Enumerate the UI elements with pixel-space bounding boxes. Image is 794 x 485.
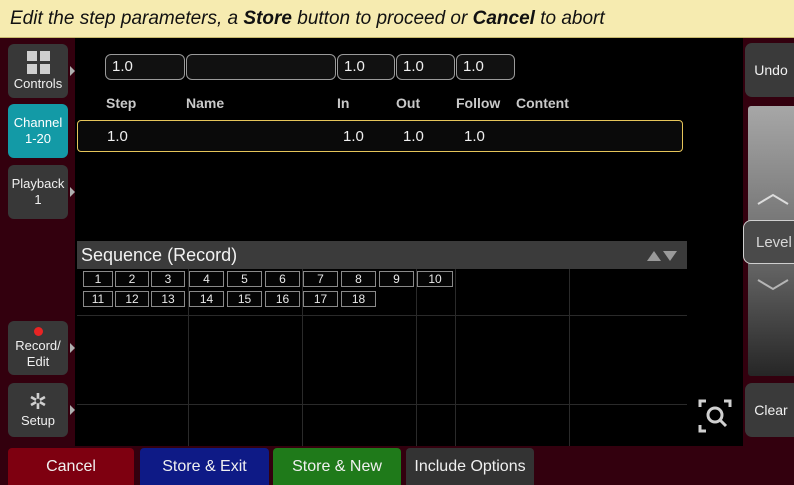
channel-label-line2: 1-20 [24, 131, 52, 146]
controls-button[interactable]: Controls [8, 44, 75, 98]
banner-text-2: button to proceed or [291, 8, 473, 29]
step-field[interactable]: 1.0 [105, 54, 185, 80]
record-label-line1: Record/ [15, 337, 61, 353]
sequence-step[interactable]: 9 [379, 271, 414, 287]
controls-label: Controls [13, 75, 63, 91]
store-new-button[interactable]: Store & New [273, 448, 401, 485]
channel-button[interactable]: Channel 1-20 [8, 104, 68, 158]
step-row[interactable] [77, 120, 683, 152]
sequence-step[interactable]: 16 [265, 291, 300, 307]
row-in-cell: 1.0 [343, 128, 364, 145]
in-field[interactable]: 1.0 [337, 54, 395, 80]
sequence-step[interactable]: 7 [303, 271, 338, 287]
record-edit-button[interactable]: Record/ Edit [8, 321, 75, 375]
sequence-step[interactable]: 13 [151, 291, 185, 307]
include-options-button[interactable]: Include Options [406, 448, 534, 485]
playback-button[interactable]: Playback 1 [8, 165, 75, 219]
row-out-cell: 1.0 [403, 128, 424, 145]
column-header-name: Name [186, 95, 225, 111]
store-exit-button[interactable]: Store & Exit [140, 448, 269, 485]
chevron-down-icon [757, 279, 789, 291]
sequence-step[interactable]: 14 [189, 291, 224, 307]
sequence-step[interactable]: 1 [83, 271, 113, 287]
setup-label: Setup [21, 413, 55, 428]
banner-text-1: Edit the step parameters, a [10, 8, 244, 29]
name-field[interactable] [186, 54, 336, 80]
column-header-out: Out [396, 95, 421, 111]
row-follow-cell: 1.0 [464, 128, 485, 145]
sequence-step[interactable]: 12 [115, 291, 149, 307]
chevron-up-icon [757, 193, 789, 205]
out-field[interactable]: 1.0 [396, 54, 455, 80]
cancel-button[interactable]: Cancel [8, 448, 134, 485]
record-dot-icon [33, 326, 43, 336]
down-arrow-icon[interactable] [663, 251, 677, 261]
playback-label-line1: Playback [11, 176, 65, 191]
magnify-icon[interactable] [697, 398, 733, 434]
undo-button[interactable]: Undo [745, 43, 794, 97]
column-header-content: Content [516, 95, 569, 111]
bottom-action-bar: Cancel Store & Exit Store & New Include … [0, 446, 794, 485]
grid-icon [26, 50, 50, 74]
record-label-line2: Edit [26, 353, 50, 369]
main-panel: 1.0 1.0 1.0 1.0 Step Name In Out Follow … [75, 38, 694, 446]
sequence-step[interactable]: 3 [151, 271, 185, 287]
column-header-follow: Follow [456, 95, 501, 111]
sequence-step[interactable]: 17 [303, 291, 338, 307]
column-header-in: In [337, 95, 350, 111]
playback-label-line2: 1 [34, 192, 42, 207]
sequence-title: Sequence (Record) [81, 245, 238, 265]
sequence-step[interactable]: 18 [341, 291, 376, 307]
banner-text-3: to abort [534, 8, 605, 29]
gear-icon: ✲ [28, 389, 48, 414]
sequence-step[interactable]: 15 [227, 291, 262, 307]
follow-field[interactable]: 1.0 [456, 54, 515, 80]
right-sidebar: Undo Level Clear [743, 38, 794, 446]
sequence-step[interactable]: 2 [115, 271, 149, 287]
sequence-step[interactable]: 5 [227, 271, 262, 287]
clear-button[interactable]: Clear [745, 383, 794, 437]
sequence-step[interactable]: 8 [341, 271, 376, 287]
channel-label-line1: Channel [13, 115, 63, 130]
left-sidebar: Controls Channel 1-20 Playback 1 Record/… [0, 38, 75, 446]
instruction-banner: Edit the step parameters, a Store button… [0, 0, 794, 38]
sequence-step[interactable]: 4 [189, 271, 224, 287]
sequence-header: Sequence (Record) [77, 241, 687, 269]
banner-store-word: Store [243, 8, 292, 29]
level-button[interactable]: Level [743, 220, 794, 264]
column-header-step: Step [106, 95, 137, 111]
setup-button[interactable]: ✲ Setup [8, 383, 75, 437]
sequence-grid[interactable]: 1 2 3 4 5 6 7 8 9 10 11 12 13 14 15 16 1… [77, 269, 687, 446]
banner-cancel-word: Cancel [472, 8, 535, 29]
sequence-step[interactable]: 10 [417, 271, 453, 287]
up-arrow-icon[interactable] [647, 251, 661, 261]
sequence-step[interactable]: 6 [265, 271, 300, 287]
sequence-step[interactable]: 11 [83, 291, 113, 307]
row-step-cell: 1.0 [107, 128, 128, 145]
